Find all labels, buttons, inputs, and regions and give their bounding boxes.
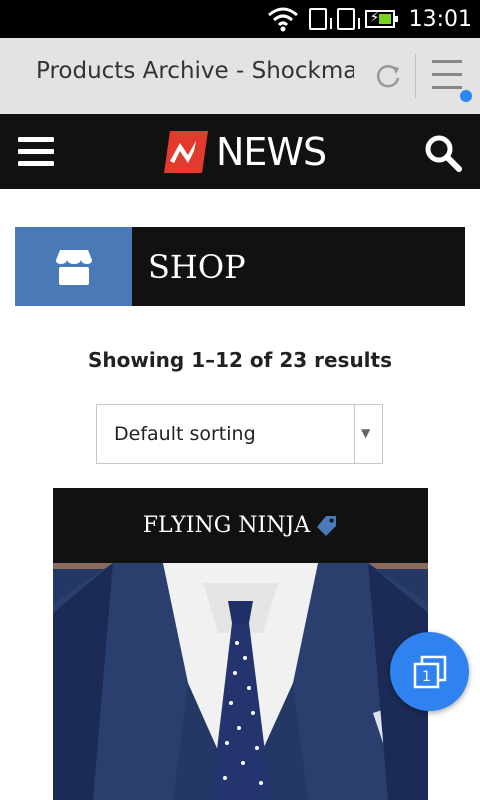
status-icons: ⚡ 13:01: [267, 0, 472, 38]
tabs-button[interactable]: 1: [390, 632, 469, 711]
search-icon[interactable]: [424, 134, 462, 172]
page-title[interactable]: Products Archive - Shockmag: [36, 58, 354, 84]
sorting-select[interactable]: Default sorting ▼: [96, 404, 383, 464]
caret-down-icon: ▼: [361, 426, 371, 440]
logo-mark: [164, 131, 208, 173]
shop-icon-box: [15, 227, 132, 306]
status-time: 13:01: [408, 6, 472, 32]
shop-banner: SHOP: [15, 227, 465, 306]
sim1-icon: [308, 8, 332, 30]
product-title-bar[interactable]: FLYING NINJA: [53, 488, 428, 563]
tag-icon: [317, 515, 337, 536]
browser-divider: [415, 54, 416, 98]
select-divider: [354, 405, 355, 463]
product-title[interactable]: FLYING NINJA: [143, 513, 310, 538]
tabs-icon: 1: [413, 655, 446, 688]
logo-text: NEWS: [216, 130, 327, 174]
battery-charging-icon: ⚡: [364, 10, 398, 28]
product-card[interactable]: FLYING NINJA: [53, 488, 428, 800]
results-count: Showing 1–12 of 23 results: [87, 348, 393, 372]
status-bar: ⚡ 13:01: [0, 0, 480, 38]
suit-illustration: [53, 563, 428, 800]
sim2-icon: [336, 8, 360, 30]
hamburger-icon[interactable]: [18, 137, 54, 167]
sorting-selected: Default sorting: [114, 423, 256, 445]
site-header: NEWS: [0, 114, 480, 189]
reload-icon[interactable]: [374, 62, 402, 90]
wifi-icon: [267, 7, 298, 32]
browser-address-bar[interactable]: Products Archive - Shockmag: [0, 38, 480, 114]
shop-title: SHOP: [132, 227, 465, 306]
product-image[interactable]: [53, 563, 428, 800]
browser-menu-icon[interactable]: [432, 60, 462, 92]
notification-dot: [460, 90, 472, 102]
tab-count: 1: [422, 669, 431, 685]
site-logo[interactable]: NEWS: [164, 130, 327, 174]
store-icon: [55, 249, 92, 285]
